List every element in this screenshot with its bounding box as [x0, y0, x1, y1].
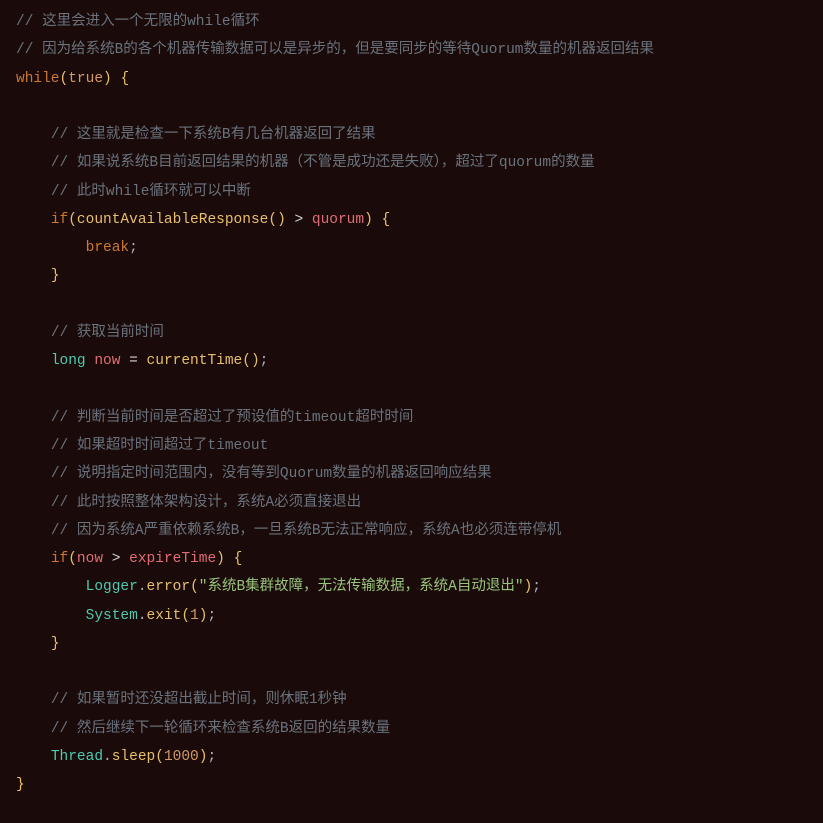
code-token: (	[60, 71, 69, 87]
code-token: >	[286, 212, 312, 228]
code-token: // 如果超时时间超过了timeout	[51, 438, 269, 454]
code-token: 1000	[164, 749, 199, 765]
code-line: // 获取当前时间	[16, 319, 807, 347]
code-line: // 这里会进入一个无限的while循环	[16, 8, 807, 36]
code-token: )	[216, 551, 225, 567]
code-token: sleep	[112, 749, 156, 765]
code-token: // 这里就是检查一下系统B有几台机器返回了结果	[51, 127, 376, 143]
code-token: )	[251, 353, 260, 369]
code-block: // 这里会进入一个无限的while循环 // 因为给系统B的各个机器传输数据可以…	[16, 8, 807, 799]
code-token: (	[155, 749, 164, 765]
code-token: System	[86, 608, 138, 624]
code-line: // 因为给系统B的各个机器传输数据可以是异步的，但是要同步的等待Quorum数…	[16, 36, 807, 64]
code-token: {	[120, 71, 129, 87]
code-token: ;	[260, 353, 269, 369]
code-token: ;	[129, 240, 138, 256]
code-token: if	[51, 212, 68, 228]
code-line: if(now > expireTime) {	[16, 545, 807, 573]
code-token: }	[51, 636, 60, 652]
code-line: }	[16, 630, 807, 658]
code-line: break;	[16, 234, 807, 262]
code-line: // 判断当前时间是否超过了预设值的timeout超时时间	[16, 404, 807, 432]
code-line: // 如果超时时间超过了timeout	[16, 432, 807, 460]
code-token: expireTime	[129, 551, 216, 567]
code-line: Logger.error("系统B集群故障，无法传输数据，系统A自动退出");	[16, 573, 807, 601]
code-token: )	[277, 212, 286, 228]
code-token: exit	[147, 608, 182, 624]
code-token	[373, 212, 382, 228]
code-token: .	[103, 749, 112, 765]
code-token: (	[68, 212, 77, 228]
code-token: if	[51, 551, 68, 567]
code-line: // 此时按照整体架构设计，系统A必须直接退出	[16, 489, 807, 517]
code-token	[225, 551, 234, 567]
code-line	[16, 375, 807, 403]
code-line: // 如果暂时还没超出截止时间，则休眠1秒钟	[16, 686, 807, 714]
code-token: // 因为给系统B的各个机器传输数据可以是异步的，但是要同步的等待Quorum数…	[16, 42, 654, 58]
code-token: (	[181, 608, 190, 624]
code-token: long	[51, 353, 86, 369]
code-token: {	[382, 212, 391, 228]
code-token: }	[16, 777, 25, 793]
code-token: // 此时while循环就可以中断	[51, 184, 251, 200]
code-token: Logger	[86, 579, 138, 595]
code-token: >	[103, 551, 129, 567]
code-token: .	[138, 579, 147, 595]
code-token: // 获取当前时间	[51, 325, 164, 341]
code-token: // 这里会进入一个无限的while循环	[16, 14, 260, 30]
code-token: .	[138, 608, 147, 624]
code-line: // 如果说系统B目前返回结果的机器（不管是成功还是失败），超过了quorum的…	[16, 149, 807, 177]
code-line: Thread.sleep(1000);	[16, 743, 807, 771]
code-line: long now = currentTime();	[16, 347, 807, 375]
code-line: }	[16, 262, 807, 290]
code-token: "系统B集群故障，无法传输数据，系统A自动退出"	[199, 579, 524, 595]
code-token: // 判断当前时间是否超过了预设值的timeout超时时间	[51, 410, 414, 426]
code-token: currentTime	[147, 353, 243, 369]
code-token: }	[51, 268, 60, 284]
code-line	[16, 658, 807, 686]
code-token: Thread	[51, 749, 103, 765]
code-token: true	[68, 71, 103, 87]
code-token: error	[147, 579, 191, 595]
code-token: (	[242, 353, 251, 369]
code-token: // 如果说系统B目前返回结果的机器（不管是成功还是失败），超过了quorum的…	[51, 155, 595, 171]
code-token: now	[77, 551, 103, 567]
code-token: {	[234, 551, 243, 567]
code-token: // 此时按照整体架构设计，系统A必须直接退出	[51, 495, 361, 511]
code-line: // 因为系统A严重依赖系统B，一旦系统B无法正常响应，系统A也必须连带停机	[16, 517, 807, 545]
code-line	[16, 93, 807, 121]
code-token: while	[16, 71, 60, 87]
code-line: // 这里就是检查一下系统B有几台机器返回了结果	[16, 121, 807, 149]
code-line: while(true) {	[16, 65, 807, 93]
code-token: =	[120, 353, 146, 369]
code-token: (	[268, 212, 277, 228]
code-line: if(countAvailableResponse() > quorum) {	[16, 206, 807, 234]
code-token: ;	[207, 749, 216, 765]
code-line: }	[16, 771, 807, 799]
code-token: now	[94, 353, 120, 369]
code-token: ;	[207, 608, 216, 624]
code-token: // 然后继续下一轮循环来检查系统B返回的结果数量	[51, 721, 390, 737]
code-token: break	[86, 240, 130, 256]
code-token: 1	[190, 608, 199, 624]
code-line	[16, 291, 807, 319]
code-token: )	[364, 212, 373, 228]
code-token: // 因为系统A严重依赖系统B，一旦系统B无法正常响应，系统A也必须连带停机	[51, 523, 561, 539]
code-line: // 然后继续下一轮循环来检查系统B返回的结果数量	[16, 715, 807, 743]
code-token: quorum	[312, 212, 364, 228]
code-token: (	[68, 551, 77, 567]
code-line: // 此时while循环就可以中断	[16, 178, 807, 206]
code-token: ;	[532, 579, 541, 595]
code-token: )	[524, 579, 533, 595]
code-token: // 如果暂时还没超出截止时间，则休眠1秒钟	[51, 692, 347, 708]
code-token: countAvailableResponse	[77, 212, 268, 228]
code-line: // 说明指定时间范围内，没有等到Quorum数量的机器返回响应结果	[16, 460, 807, 488]
code-token: // 说明指定时间范围内，没有等到Quorum数量的机器返回响应结果	[51, 466, 492, 482]
code-token: )	[103, 71, 112, 87]
code-token: (	[190, 579, 199, 595]
code-line: System.exit(1);	[16, 602, 807, 630]
